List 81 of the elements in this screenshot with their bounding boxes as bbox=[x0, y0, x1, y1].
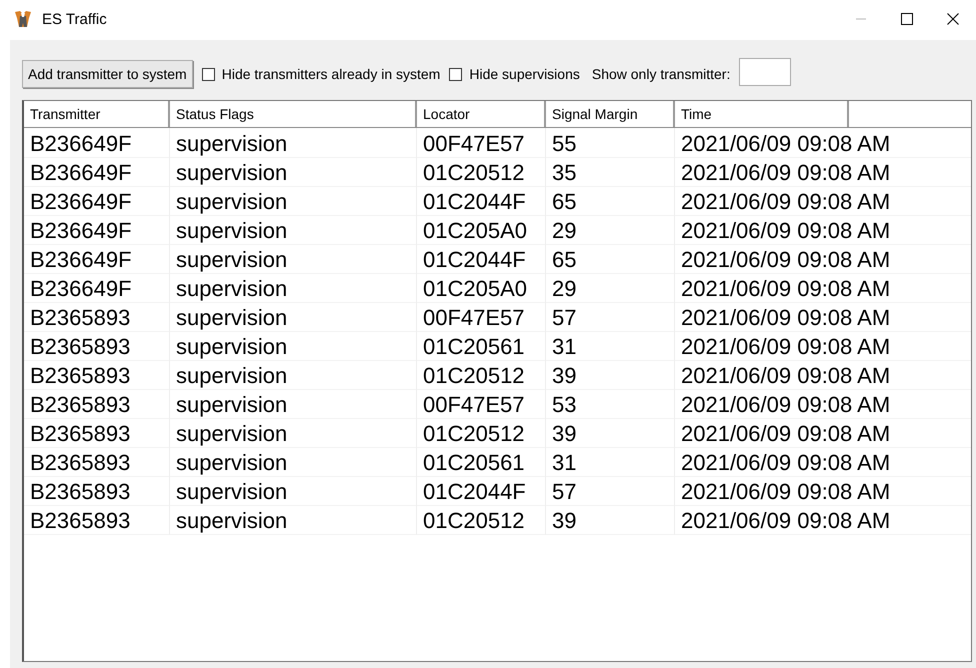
table-cell: B2365893 bbox=[24, 447, 170, 477]
table-cell: supervision bbox=[170, 128, 417, 158]
table-cell: 39 bbox=[546, 418, 675, 448]
table-cell: 00F47E57 bbox=[417, 302, 546, 332]
table-cell: 65 bbox=[546, 244, 675, 274]
table-cell: 00F47E57 bbox=[417, 128, 546, 158]
checkbox[interactable] bbox=[202, 68, 215, 80]
table-cell: 2021/06/09 09:08 AM bbox=[675, 331, 971, 361]
table-cell: supervision bbox=[170, 244, 417, 274]
table-cell: 2021/06/09 09:08 AM bbox=[675, 128, 971, 158]
table-cell: 2021/06/09 09:08 AM bbox=[675, 418, 971, 448]
checkbox-label[interactable]: Hide supervisions bbox=[469, 66, 580, 82]
table-cell: 55 bbox=[546, 128, 675, 158]
table-cell: 2021/06/09 09:08 AM bbox=[675, 476, 971, 506]
table-cell: 01C20512 bbox=[417, 418, 546, 448]
table-cell: 2021/06/09 09:08 AM bbox=[675, 505, 971, 535]
table-cell: 65 bbox=[546, 186, 675, 216]
table-cell: 2021/06/09 09:08 AM bbox=[675, 215, 971, 245]
table-cell: 57 bbox=[546, 302, 675, 332]
table-cell: supervision bbox=[170, 331, 417, 361]
table-cell: 01C20512 bbox=[417, 360, 546, 390]
table-cell: supervision bbox=[170, 389, 417, 419]
table-cell: 2021/06/09 09:08 AM bbox=[675, 244, 971, 274]
table-cell: B2365893 bbox=[24, 302, 170, 332]
checkbox-label[interactable]: Hide transmitters already in system bbox=[222, 66, 440, 82]
table-cell: B236649F bbox=[24, 157, 170, 187]
table-cell: B2365893 bbox=[24, 476, 170, 506]
table-cell: 00F47E57 bbox=[417, 389, 546, 419]
table-cell: supervision bbox=[170, 476, 417, 506]
table-cell: B2365893 bbox=[24, 360, 170, 390]
table-cell: 53 bbox=[546, 389, 675, 419]
table-cell: 39 bbox=[546, 360, 675, 390]
table-cell: 01C20512 bbox=[417, 157, 546, 187]
table-cell: 29 bbox=[546, 215, 675, 245]
table-cell: 01C2044F bbox=[417, 244, 546, 274]
table-cell: B2365893 bbox=[24, 389, 170, 419]
table-cell: supervision bbox=[170, 157, 417, 187]
table-cell: 01C20561 bbox=[417, 447, 546, 477]
table-cell: 35 bbox=[546, 157, 675, 187]
maximize-icon bbox=[901, 13, 913, 25]
table-cell: 2021/06/09 09:08 AM bbox=[675, 273, 971, 303]
table-cell: 01C205A0 bbox=[417, 273, 546, 303]
table-cell: 2021/06/09 09:08 AM bbox=[675, 360, 971, 390]
filter-label: Show only transmitter: bbox=[592, 66, 730, 82]
table-cell: 01C2044F bbox=[417, 476, 546, 506]
table-cell: 29 bbox=[546, 273, 675, 303]
table-cell: 01C2044F bbox=[417, 186, 546, 216]
table-cell: 2021/06/09 09:08 AM bbox=[675, 186, 971, 216]
close-icon bbox=[947, 13, 959, 25]
checkbox[interactable] bbox=[449, 68, 462, 80]
table-cell: 31 bbox=[546, 447, 675, 477]
window-title: ES Traffic bbox=[42, 10, 107, 28]
table-cell: B2365893 bbox=[24, 418, 170, 448]
table-cell: 01C205A0 bbox=[417, 215, 546, 245]
table-cell: supervision bbox=[170, 360, 417, 390]
table-cell: 31 bbox=[546, 331, 675, 361]
table-cell: 01C20512 bbox=[417, 505, 546, 535]
table-cell: supervision bbox=[170, 273, 417, 303]
table-cell: B236649F bbox=[24, 128, 170, 158]
table-cell: B236649F bbox=[24, 273, 170, 303]
table-cell: 01C20561 bbox=[417, 331, 546, 361]
table-cell: supervision bbox=[170, 302, 417, 332]
table-cell: B2365893 bbox=[24, 505, 170, 535]
table-cell: B236649F bbox=[24, 186, 170, 216]
table-cell: 57 bbox=[546, 476, 675, 506]
add-transmitter-button[interactable]: Add transmitter to system bbox=[22, 60, 193, 88]
app-icon bbox=[14, 10, 32, 28]
table-cell: supervision bbox=[170, 215, 417, 245]
table-cell: supervision bbox=[170, 186, 417, 216]
table-cell: 2021/06/09 09:08 AM bbox=[675, 302, 971, 332]
table-cell: 2021/06/09 09:08 AM bbox=[675, 447, 971, 477]
table-cell: 2021/06/09 09:08 AM bbox=[675, 157, 971, 187]
table-cell: supervision bbox=[170, 447, 417, 477]
table-cell: B236649F bbox=[24, 244, 170, 274]
table-cell: supervision bbox=[170, 418, 417, 448]
table-cell: B236649F bbox=[24, 215, 170, 245]
table-cell: 2021/06/09 09:08 AM bbox=[675, 389, 971, 419]
table-cell: supervision bbox=[170, 505, 417, 535]
transmitter-filter-field[interactable] bbox=[739, 58, 792, 86]
table-cell: B2365893 bbox=[24, 331, 170, 361]
table-cell: 39 bbox=[546, 505, 675, 535]
